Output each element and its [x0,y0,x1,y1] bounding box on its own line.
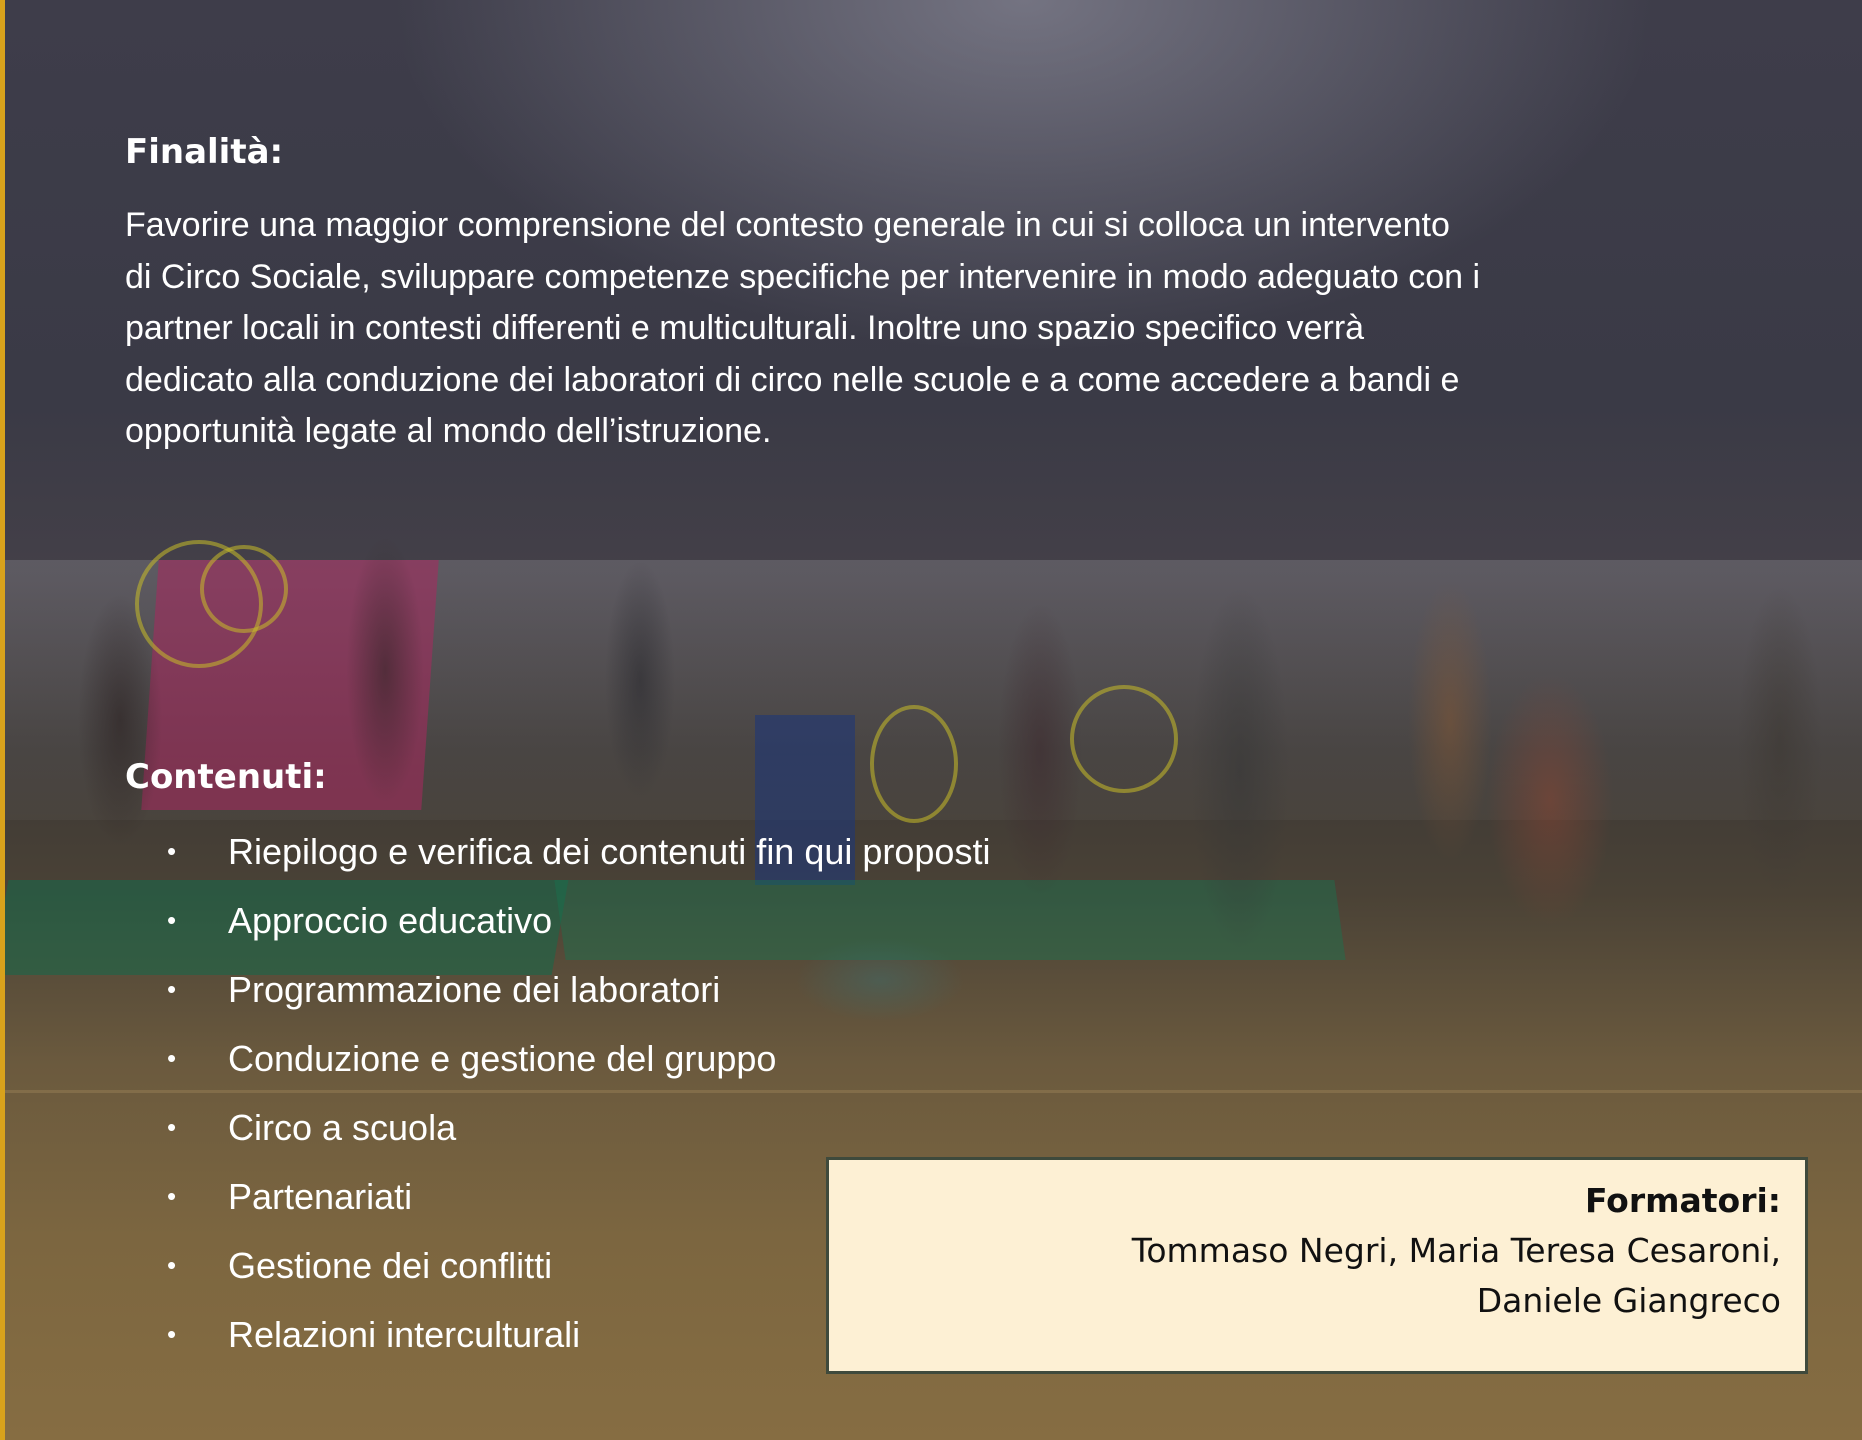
bullet-icon: • [167,1043,177,1073]
formatori-names: Daniele Giangreco [1476,1281,1781,1320]
list-item-label: Approccio educativo [228,900,553,941]
contenuti-heading: Contenuti: [125,757,327,797]
finalita-line: opportunità legate al mondo dell’istruzi… [125,412,772,450]
bullet-icon: • [167,1112,177,1142]
left-accent-edge [0,0,5,1440]
document-page: Finalità: Favorire una maggior comprensi… [0,0,1862,1440]
list-item-label: Gestione dei conflitti [228,1245,553,1286]
formatori-names: Tommaso Negri, Maria Teresa Cesaroni, [1131,1231,1781,1270]
list-item: • Circo a scuola [125,1093,990,1162]
finalita-line: dedicato alla conduzione dei laboratori … [125,360,1460,399]
list-item: • Conduzione e gestione del gruppo [125,1024,990,1093]
bullet-icon: • [167,1250,177,1280]
list-item-label: Partenariati [228,1176,413,1217]
finalita-paragraph: Favorire una maggior comprensione del co… [125,200,1715,458]
list-item: • Programmazione dei laboratori [125,955,990,1024]
list-item: • Approccio educativo [125,886,990,955]
finalita-line: di Circo Sociale, sviluppare competenze … [125,257,1481,296]
formatori-box: Formatori: Tommaso Negri, Maria Teresa C… [826,1157,1808,1374]
list-item-label: Programmazione dei laboratori [228,969,721,1010]
list-item-label: Conduzione e gestione del gruppo [228,1038,777,1079]
background-hoop [200,545,288,633]
finalita-line: partner locali in contesti differenti e … [125,309,1365,347]
list-item-label: Relazioni interculturali [228,1314,581,1355]
bullet-icon: • [167,836,177,866]
background-hoop [870,705,958,823]
finalita-heading: Finalità: [125,132,284,172]
bullet-icon: • [167,905,177,935]
bullet-icon: • [167,1181,177,1211]
list-item: • Riepilogo e verifica dei contenuti fin… [125,817,990,886]
bullet-icon: • [167,1319,177,1349]
background-hoop [1070,685,1178,793]
finalita-line: Favorire una maggior comprensione del co… [125,206,1450,244]
list-item-label: Riepilogo e verifica dei contenuti fin q… [228,831,991,872]
list-item-label: Circo a scuola [228,1107,457,1148]
bullet-icon: • [167,974,177,1004]
formatori-heading: Formatori: [1584,1181,1781,1220]
